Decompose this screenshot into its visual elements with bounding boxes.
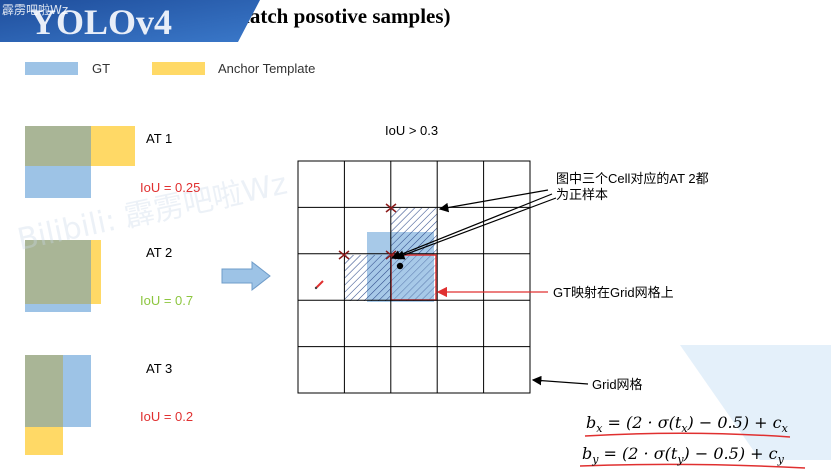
- callout-positive-text: 图中三个Cell对应的AT 2都 为正样本: [556, 171, 709, 203]
- pencil-cursor-icon: [314, 280, 324, 290]
- gt-center-dot: [396, 262, 404, 270]
- at2-iou: IoU = 0.7: [140, 293, 194, 308]
- anchor-1-illustration: [25, 126, 135, 198]
- formula-bx: bx = (2 · σ(tx) − 0.5) + cx: [586, 413, 788, 436]
- positive-cell-top: [391, 208, 437, 254]
- positive-cell-center: [391, 255, 437, 301]
- at2-label: AT 2: [146, 245, 173, 260]
- at1-iou: IoU = 0.25: [140, 180, 201, 195]
- diagram-canvas: Bilibili: 霹雳吧啦Wz: [14, 126, 831, 469]
- callout-grid-text: Grid网格: [592, 377, 643, 392]
- at3-label: AT 3: [146, 361, 173, 376]
- iou-threshold-label: IoU > 0.3: [385, 123, 439, 138]
- formula-by: by = (2 · σ(ty) − 0.5) + cy: [582, 444, 784, 467]
- anchor-3-illustration: [25, 355, 91, 455]
- callout-gt-text: GT映射在Grid网格上: [553, 285, 674, 300]
- callout-positive-line1: 图中三个Cell对应的AT 2都: [556, 171, 709, 186]
- corner-decoration: [680, 345, 831, 460]
- callout-positive-line2: 为正样本: [556, 187, 609, 202]
- at3-overlap: [25, 355, 63, 427]
- at1-label: AT 1: [146, 131, 173, 146]
- at1-overlap: [25, 126, 91, 166]
- at3-iou: IoU = 0.2: [140, 409, 194, 424]
- transition-arrow: [221, 260, 271, 292]
- callout-grid-arrow: [531, 375, 589, 386]
- positive-cell-left: [344, 255, 391, 301]
